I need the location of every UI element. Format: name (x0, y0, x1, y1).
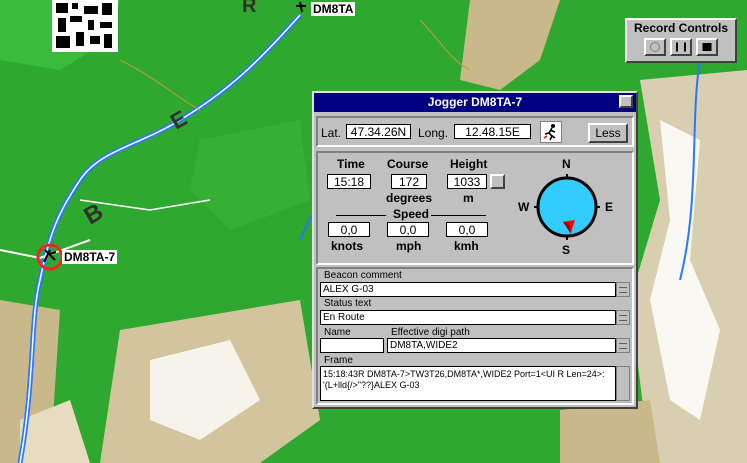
name-label: Name (324, 327, 351, 338)
speed-kmh-unit: kmh (454, 239, 479, 253)
height-label: Height (450, 157, 488, 171)
stop-icon (702, 43, 712, 51)
window-title: Jogger DM8TA-7 (427, 95, 523, 109)
digi-path-field[interactable]: DM8TA,WIDE2 (387, 338, 616, 353)
compass: N S W E (517, 157, 617, 257)
less-button[interactable]: Less (588, 123, 628, 143)
speed-divider-right (431, 215, 486, 216)
course-value: 172 (391, 174, 427, 189)
speed-kmh-value: 0,0 (446, 222, 488, 237)
speed-knots-value: 0,0 (328, 222, 370, 237)
speed-knots-unit: knots (331, 239, 364, 253)
time-label: Time (337, 157, 365, 171)
time-value: 15:18 (327, 174, 371, 189)
digi-path-label: Effective digi path (391, 327, 470, 338)
speed-mph-value: 0,0 (387, 222, 429, 237)
long-value: 12.48.15E (454, 124, 531, 139)
pause-icon (676, 42, 686, 52)
record-controls-window: Record Controls (625, 18, 737, 63)
window-titlebar[interactable]: Jogger DM8TA-7 (314, 93, 636, 112)
beacon-comment-field[interactable]: ALEX G-03 (320, 282, 616, 297)
frame-field[interactable]: 15:18:43R DM8TA-7>TW3T26,DM8TA*,WIDE2 Po… (320, 366, 616, 401)
compass-w-label: W (518, 200, 530, 214)
status-text-label: Status text (324, 298, 372, 309)
top-station-label[interactable]: DM8TA (311, 2, 356, 16)
record-icon (650, 42, 660, 52)
height-unit: m (463, 191, 474, 205)
station-label[interactable]: DM8TA-7 (62, 250, 118, 264)
height-toggle-button[interactable] (490, 174, 505, 189)
name-field[interactable] (320, 338, 384, 353)
jogger-icon[interactable] (540, 121, 562, 143)
lat-label: Lat. (321, 126, 342, 140)
record-button[interactable] (644, 38, 666, 56)
speed-divider-left (336, 215, 386, 216)
lat-value: 47.34.26N (346, 124, 411, 139)
speed-mph-unit: mph (396, 239, 422, 253)
frame-line-2: '(L+lld{/>"??}ALEX G-03 (323, 380, 420, 390)
window-minimize-button[interactable] (619, 95, 633, 108)
frame-scrollbar[interactable] (616, 366, 630, 401)
frame-label: Frame (324, 355, 353, 366)
course-label: Course (387, 157, 429, 171)
long-label: Long. (418, 126, 449, 140)
height-value: 1033 (447, 174, 487, 189)
status-text-scroll[interactable] (616, 310, 630, 325)
beacon-comment-scroll[interactable] (616, 282, 630, 297)
course-unit: degrees (386, 191, 433, 205)
map-logo-block (52, 0, 118, 52)
compass-s-label: S (562, 243, 571, 257)
compass-n-label: N (562, 157, 571, 171)
compass-e-label: E (605, 200, 614, 214)
frame-line-1: 15:18:43R DM8TA-7>TW3T26,DM8TA*,WIDE2 Po… (323, 369, 605, 379)
status-text-field[interactable]: En Route (320, 310, 616, 325)
speed-label: Speed (393, 207, 430, 221)
digi-path-scroll[interactable] (616, 338, 630, 353)
pause-button[interactable] (670, 38, 692, 56)
beacon-comment-label: Beacon comment (324, 270, 402, 281)
record-controls-title: Record Controls (633, 21, 728, 35)
jogger-window: Jogger DM8TA-7 Lat. 47.34.26N Long. 12.4… (312, 91, 638, 409)
map-letter-r: R (242, 0, 257, 17)
stop-button[interactable] (696, 38, 718, 56)
